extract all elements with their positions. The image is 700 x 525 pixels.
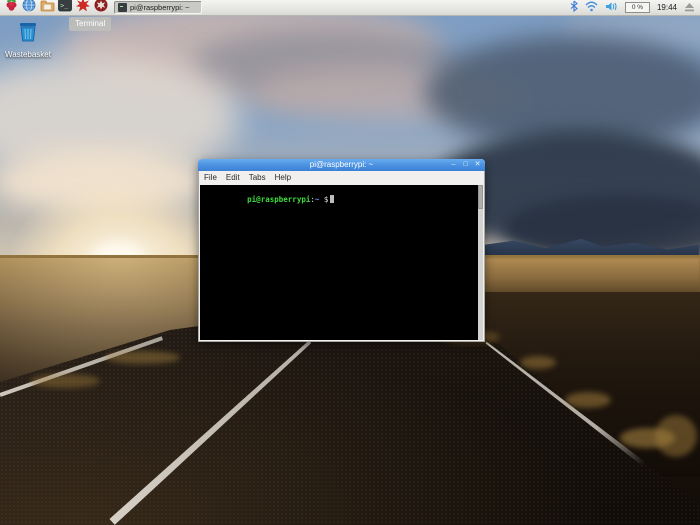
taskbar-clock[interactable]: 19:44 — [657, 3, 677, 12]
taskbar: >_ pi@raspberrypi: ~ 0 % 19:44 — [0, 0, 700, 16]
grass-tuft — [520, 356, 556, 369]
starburst-icon — [76, 0, 90, 17]
terminal-menubar: File Edit Tabs Help — [199, 171, 484, 184]
grass-tuft — [30, 374, 100, 388]
grass-tuft — [105, 351, 180, 364]
raspberry-icon — [5, 0, 18, 17]
terminal-cursor — [330, 195, 335, 203]
bluetooth-icon[interactable] — [570, 0, 578, 17]
volume-icon[interactable] — [605, 0, 618, 17]
menu-file[interactable]: File — [204, 173, 217, 182]
desktop-screen: Wastebasket pi@raspberrypi: ~ – □ ✕ File… — [0, 0, 700, 525]
task-button-label: pi@raspberrypi: ~ — [130, 3, 190, 12]
window-title: pi@raspberrypi: ~ — [309, 160, 374, 169]
globe-icon — [22, 0, 36, 17]
eject-icon[interactable] — [684, 0, 695, 17]
window-controls: – □ ✕ — [450, 159, 481, 171]
taskbar-window-button[interactable]: pi@raspberrypi: ~ — [114, 1, 202, 14]
scrollbar-thumb[interactable] — [478, 185, 483, 209]
terminal-body: File Edit Tabs Help pi@raspberrypi:~ $ — [198, 171, 485, 342]
grass-tuft — [565, 392, 611, 408]
raspberry-menu-button[interactable] — [3, 0, 19, 15]
menu-tabs[interactable]: Tabs — [249, 173, 266, 182]
wastebasket-label: Wastebasket — [5, 50, 51, 59]
terminal-titlebar[interactable]: pi@raspberrypi: ~ – □ ✕ — [198, 159, 485, 171]
terminal-launcher[interactable]: >_ — [57, 0, 73, 15]
browser-launcher[interactable] — [21, 0, 37, 15]
prompt-symbol: $ — [319, 195, 329, 204]
terminal-icon — [118, 3, 127, 12]
svg-text:>_: >_ — [60, 2, 68, 10]
terminal-icon: >_ — [58, 0, 72, 17]
launcher-tooltip: Terminal — [69, 17, 112, 31]
wifi-icon[interactable] — [585, 0, 598, 17]
folder-icon — [40, 0, 55, 17]
system-tray: 0 % 19:44 — [570, 0, 700, 17]
shell-prompt: pi@raspberrypi:~ $ — [202, 186, 335, 213]
wolfram-icon — [94, 0, 108, 17]
minimize-button[interactable]: – — [450, 159, 457, 171]
grass-tuft — [655, 415, 697, 457]
mathematica-launcher[interactable] — [75, 0, 91, 15]
wastebasket-desktop-icon[interactable]: Wastebasket — [2, 20, 54, 59]
menu-help[interactable]: Help — [275, 173, 291, 182]
terminal-console[interactable]: pi@raspberrypi:~ $ — [200, 185, 483, 340]
cpu-usage-monitor[interactable]: 0 % — [624, 2, 650, 13]
close-button[interactable]: ✕ — [474, 159, 481, 171]
terminal-window: pi@raspberrypi: ~ – □ ✕ File Edit Tabs H… — [198, 159, 485, 342]
terminal-scrollbar[interactable] — [478, 185, 483, 340]
file-manager-launcher[interactable] — [39, 0, 55, 15]
prompt-user-host: pi@raspberrypi — [247, 195, 311, 204]
wolfram-launcher[interactable] — [93, 0, 109, 15]
wastebasket-icon — [16, 23, 40, 48]
menu-edit[interactable]: Edit — [226, 173, 240, 182]
maximize-button[interactable]: □ — [462, 159, 469, 171]
